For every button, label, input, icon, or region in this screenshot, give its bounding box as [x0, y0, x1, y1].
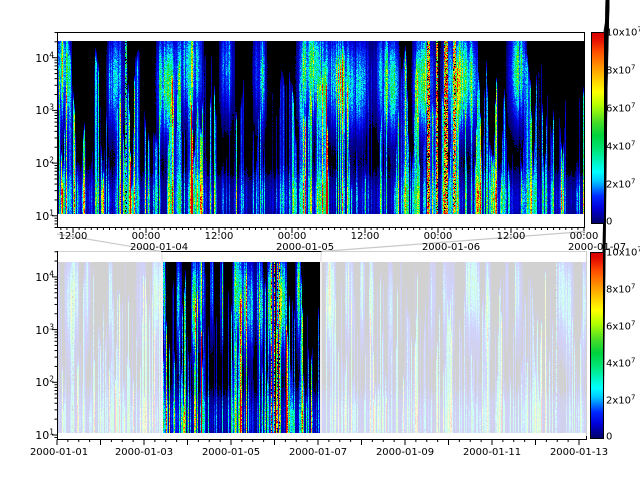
x-tick-label: 12:00 — [497, 231, 526, 242]
x-tick-label: 12:00 — [205, 231, 234, 242]
colorbar-tick-label: 4x107 — [606, 356, 635, 369]
x-date-label: 2000-01-04 — [130, 242, 188, 253]
detail-colorbar — [591, 32, 605, 224]
colorbar-tick-label: 0 — [606, 432, 612, 443]
x-tick-label: 2000-01-11 — [463, 447, 521, 458]
x-tick-label: 00:00 — [424, 231, 453, 242]
selection-region[interactable] — [161, 251, 321, 440]
x-tick-label: 12:00 — [351, 231, 380, 242]
x-tick-label: 2000-01-01 — [30, 447, 88, 458]
colorbar-tick-label: 8x107 — [606, 282, 635, 295]
colorbar-tick-label: 2x107 — [606, 393, 635, 406]
dimmed-region-right — [322, 251, 588, 437]
x-tick-label: 2000-01-05 — [202, 447, 260, 458]
colorbar-tick-label: 10x107 — [606, 25, 640, 38]
colorbar-tick-label: 6x107 — [606, 319, 635, 332]
dimmed-region-left — [58, 251, 162, 437]
y-tick-label: 102 — [20, 375, 54, 390]
x-tick-label: 00:00 — [570, 231, 599, 242]
y-tick-label: 103 — [20, 103, 54, 118]
colorbar-tick-label: 4x107 — [606, 139, 635, 152]
y-tick-label: 104 — [20, 50, 54, 65]
context-colorbar — [590, 252, 604, 439]
colorbar-tick-label: 2x107 — [606, 177, 635, 190]
colorbar-tick-label: 0 — [606, 217, 612, 228]
y-tick-label: 104 — [20, 269, 54, 284]
y-tick-label: 103 — [20, 322, 54, 337]
colorbar-tick-label: 6x107 — [606, 101, 635, 114]
y-tick-label: 102 — [20, 155, 54, 170]
x-tick-label: 2000-01-07 — [289, 447, 347, 458]
y-tick-label: 101 — [20, 427, 54, 442]
colorbar-tick-label: 10x107 — [606, 245, 640, 258]
x-tick-label: 12:00 — [59, 231, 88, 242]
x-tick-label: 2000-01-09 — [376, 447, 434, 458]
y-tick-label: 101 — [20, 208, 54, 223]
spectrogram-browser: 101 102 103 104 101 102 103 104 12:00 00:00 12:00 0… — [0, 0, 640, 480]
colorbar-tick-label: 8x107 — [606, 63, 635, 76]
x-tick-label: 00:00 — [132, 231, 161, 242]
x-tick-label: 2000-01-03 — [115, 447, 173, 458]
x-tick-label: 2000-01-13 — [550, 447, 608, 458]
x-date-label: 2000-01-06 — [422, 242, 480, 253]
x-tick-label: 00:00 — [278, 231, 307, 242]
detail-spectrogram-canvas[interactable] — [58, 41, 584, 214]
x-date-label: 2000-01-05 — [276, 242, 334, 253]
